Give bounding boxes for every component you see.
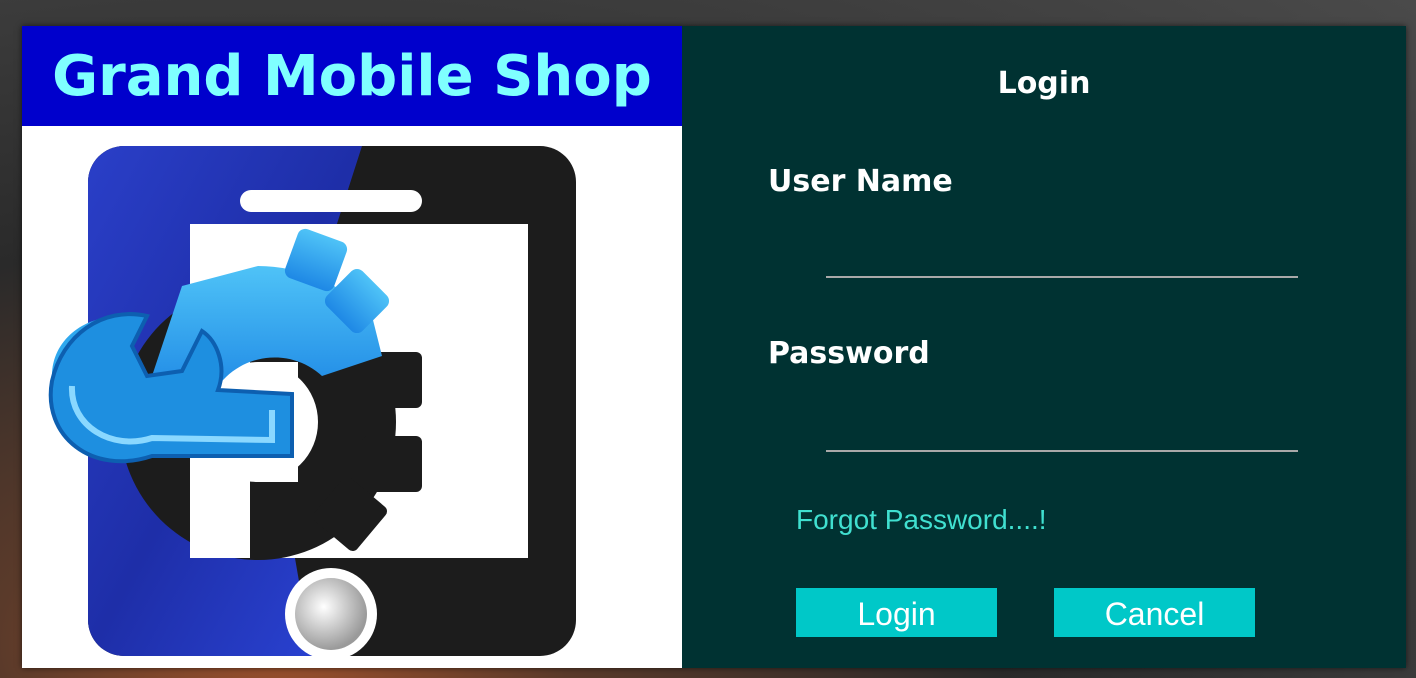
username-input[interactable] — [826, 242, 1298, 278]
brand-title: Grand Mobile Shop — [52, 43, 652, 109]
phone-repair-icon — [22, 126, 682, 668]
brand-header: Grand Mobile Shop — [22, 26, 682, 126]
cancel-button[interactable]: Cancel — [1054, 588, 1255, 637]
login-button[interactable]: Login — [796, 588, 997, 637]
username-label: User Name — [768, 164, 953, 199]
password-input[interactable] — [826, 416, 1298, 452]
forgot-password-link[interactable]: Forgot Password....! — [796, 504, 1047, 536]
login-window: Grand Mobile Shop Login User Name Passwo… — [22, 26, 1406, 668]
login-title: Login — [997, 66, 1091, 101]
password-label: Password — [768, 336, 930, 371]
brand-panel: Grand Mobile Shop — [22, 26, 682, 668]
login-panel: Login User Name Password Forgot Password… — [682, 26, 1406, 668]
